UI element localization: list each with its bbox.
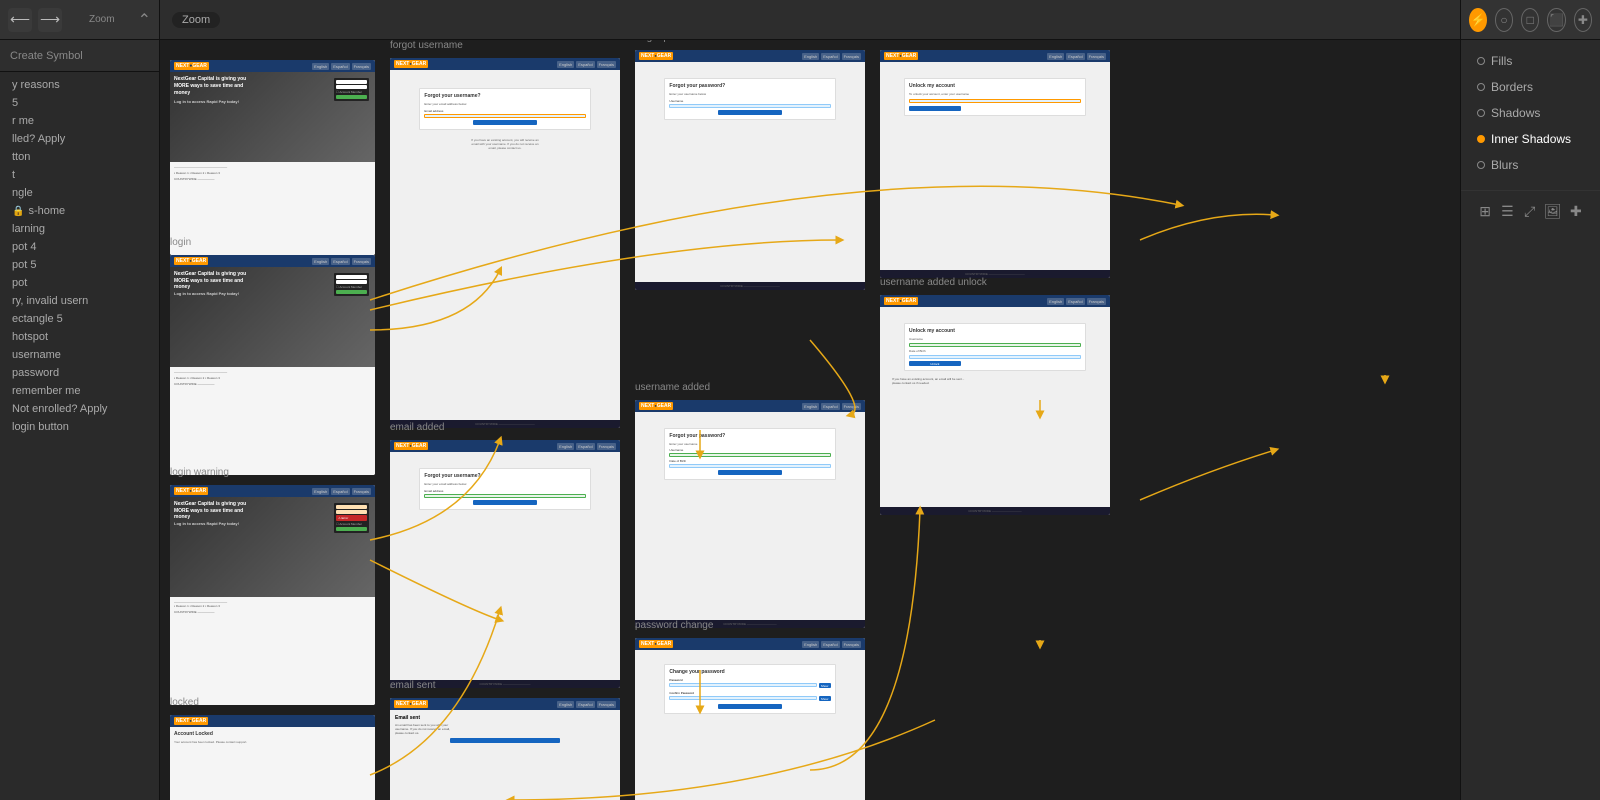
right-sidebar: ⚡ ○ □ ⬛ ✚ Fills Borders Shadows Inner Sh… — [1460, 0, 1600, 800]
sidebar-item-16[interactable]: password — [0, 364, 159, 382]
inner-shadows-item[interactable]: Inner Shadows — [1461, 126, 1600, 152]
artboard-email-added: email added NEXT●GEAR English Español Fr… — [390, 440, 620, 688]
right-sidebar-items: Fills Borders Shadows Inner Shadows Blur… — [1461, 40, 1600, 186]
artboard-password-change: password change NEXT●GEAR English Españo… — [635, 638, 865, 800]
create-symbol-label: Create Symbol — [10, 50, 83, 62]
sidebar-item-7[interactable]: 🔒 s-home — [0, 202, 159, 220]
zoom-label: Zoom — [172, 12, 220, 28]
inner-shadows-dot — [1477, 135, 1485, 143]
sidebar-item-5[interactable]: t — [0, 166, 159, 184]
email-sent-label: email sent — [390, 680, 436, 691]
username-added-unlock-label: username added unlock — [880, 277, 987, 288]
sidebar-item-4[interactable]: tton — [0, 148, 159, 166]
artboard-forgot-username: forgot username NEXT●GEAR English Españo… — [390, 58, 620, 428]
left-sidebar: ⟵ ⟶ Zoom ⌃ Create Symbol y reasons 5 r m… — [0, 0, 160, 800]
login-label: login — [170, 237, 191, 248]
blurs-item[interactable]: Blurs — [1461, 152, 1600, 178]
sidebar-item-14[interactable]: hotspot — [0, 328, 159, 346]
lock-icon: 🔒 — [12, 206, 24, 217]
square-icon-btn[interactable]: □ — [1521, 8, 1539, 32]
artboard-forgot-password: forgot password NEXT●GEAR English Españo… — [635, 50, 865, 290]
artboard-username-added-unlock: username added unlock NEXT●GEAR English … — [880, 295, 1110, 515]
artboard-locked: locked NEXT●GEAR Account Locked Your acc… — [170, 715, 375, 800]
mini-logo: NEXT●GEAR — [174, 62, 209, 70]
expand-icon[interactable]: ⌃ — [138, 10, 151, 30]
canvas-content[interactable]: NEXT●GEAR English Español Français NextG… — [160, 40, 1460, 800]
sidebar-item-1[interactable]: 5 — [0, 94, 159, 112]
lightning-icon-btn[interactable]: ⚡ — [1469, 8, 1487, 32]
fills-dot — [1477, 57, 1485, 65]
expand-icon-right[interactable]: ⤢ — [1522, 201, 1538, 221]
forgot-password-label: forgot password — [635, 40, 706, 43]
sidebar-item-15[interactable]: username — [0, 346, 159, 364]
sidebar-item-9[interactable]: pot 4 — [0, 238, 159, 256]
sidebar-item-6[interactable]: ngle — [0, 184, 159, 202]
sidebar-top-bar: ⟵ ⟶ Zoom ⌃ — [0, 0, 159, 40]
canvas-top-bar: Zoom — [160, 0, 1460, 40]
create-symbol-bar[interactable]: Create Symbol — [0, 40, 159, 72]
login-warning-label: login warning — [170, 467, 229, 478]
sidebar-item-10[interactable]: pot 5 — [0, 256, 159, 274]
borders-label: Borders — [1491, 80, 1533, 94]
fills-item[interactable]: Fills — [1461, 48, 1600, 74]
right-top-bar: ⚡ ○ □ ⬛ ✚ — [1461, 0, 1600, 40]
sidebar-item-17[interactable]: remember me — [0, 382, 159, 400]
shadows-dot — [1477, 109, 1485, 117]
shadows-item[interactable]: Shadows — [1461, 100, 1600, 126]
sidebar-item-12[interactable]: ry, invalid usern — [0, 292, 159, 310]
main-canvas: Zoom — [160, 0, 1460, 800]
inner-shadows-label: Inner Shadows — [1491, 132, 1571, 146]
add-icon-btn[interactable]: ✚ — [1574, 8, 1592, 32]
artboard-login-top: NEXT●GEAR English Español Français NextG… — [170, 60, 375, 255]
blurs-label: Blurs — [1491, 158, 1518, 172]
artboard-login-warning: login warning NEXT●GEAR English Español … — [170, 485, 375, 705]
back-icon[interactable]: ⟵ — [8, 8, 32, 32]
resize-icon-btn[interactable]: ⬛ — [1547, 8, 1565, 32]
borders-item[interactable]: Borders — [1461, 74, 1600, 100]
sidebar-item-11[interactable]: pot — [0, 274, 159, 292]
list-icon[interactable]: ☰ — [1499, 201, 1515, 221]
shadows-label: Shadows — [1491, 106, 1540, 120]
blurs-dot — [1477, 161, 1485, 169]
sidebar-item-3[interactable]: lled? Apply — [0, 130, 159, 148]
sidebar-item-2[interactable]: r me — [0, 112, 159, 130]
image-icon[interactable]: 🖼 — [1544, 201, 1562, 221]
email-added-label: email added — [390, 422, 444, 433]
circle-icon-btn[interactable]: ○ — [1495, 8, 1513, 32]
sidebar-icon-row: ⊞ ☰ ⤢ 🖼 ✚ — [1461, 195, 1600, 227]
sidebar-item-0[interactable]: y reasons — [0, 76, 159, 94]
artboard-email-sent: email sent NEXT●GEAR English Español Fra… — [390, 698, 620, 800]
top-bar-label: Zoom — [72, 14, 132, 25]
fills-label: Fills — [1491, 54, 1512, 68]
borders-dot — [1477, 83, 1485, 91]
forward-icon[interactable]: ⟶ — [38, 8, 62, 32]
artboard-login: login NEXT●GEAR English Español Français… — [170, 255, 375, 475]
username-added-label: username added — [635, 382, 710, 393]
locked-out-label: locked out — [880, 40, 926, 43]
sidebar-item-18[interactable]: Not enrolled? Apply — [0, 400, 159, 418]
artboard-locked-out: locked out NEXT●GEAR English Español Fra… — [880, 50, 1110, 278]
sidebar-item-7-label: s-home — [28, 205, 65, 217]
sidebar-item-19[interactable]: login button — [0, 418, 159, 436]
sidebar-item-13[interactable]: ectangle 5 — [0, 310, 159, 328]
sidebar-list: y reasons 5 r me lled? Apply tton t ngle… — [0, 72, 159, 800]
artboard-username-added: username added NEXT●GEAR English Español… — [635, 400, 865, 628]
sidebar-divider — [1461, 190, 1600, 191]
sidebar-item-8[interactable]: larning — [0, 220, 159, 238]
grid-icon[interactable]: ⊞ — [1477, 201, 1493, 221]
password-change-label: password change — [635, 620, 713, 631]
plus-icon[interactable]: ✚ — [1568, 201, 1584, 221]
locked-label: locked — [170, 697, 199, 708]
forgot-username-label: forgot username — [390, 40, 463, 51]
